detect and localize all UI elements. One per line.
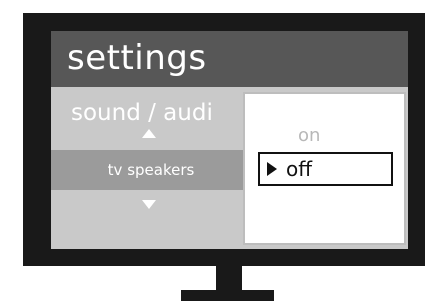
option-on[interactable]: on <box>298 124 320 148</box>
option-off-label: off <box>286 157 313 181</box>
title-bar: settings <box>51 31 408 87</box>
scroll-up-arrow-icon[interactable] <box>142 129 156 138</box>
menu-item-tv-speakers[interactable]: tv speakers <box>51 150 251 190</box>
menu-item-label: tv speakers <box>107 161 195 179</box>
options-dropdown: on off <box>243 92 406 245</box>
tv-stand-neck <box>216 266 242 291</box>
option-off-selected[interactable]: off <box>258 152 393 186</box>
tv-screen: settings sound / audi tv speakers on off <box>51 31 408 249</box>
breadcrumb: sound / audi <box>71 100 213 126</box>
tv-illustration: settings sound / audi tv speakers on off <box>0 0 425 301</box>
selection-caret-icon <box>267 162 277 176</box>
scroll-down-arrow-icon[interactable] <box>142 200 156 209</box>
tv-stand-foot <box>181 290 274 301</box>
page-title: settings <box>67 38 207 78</box>
